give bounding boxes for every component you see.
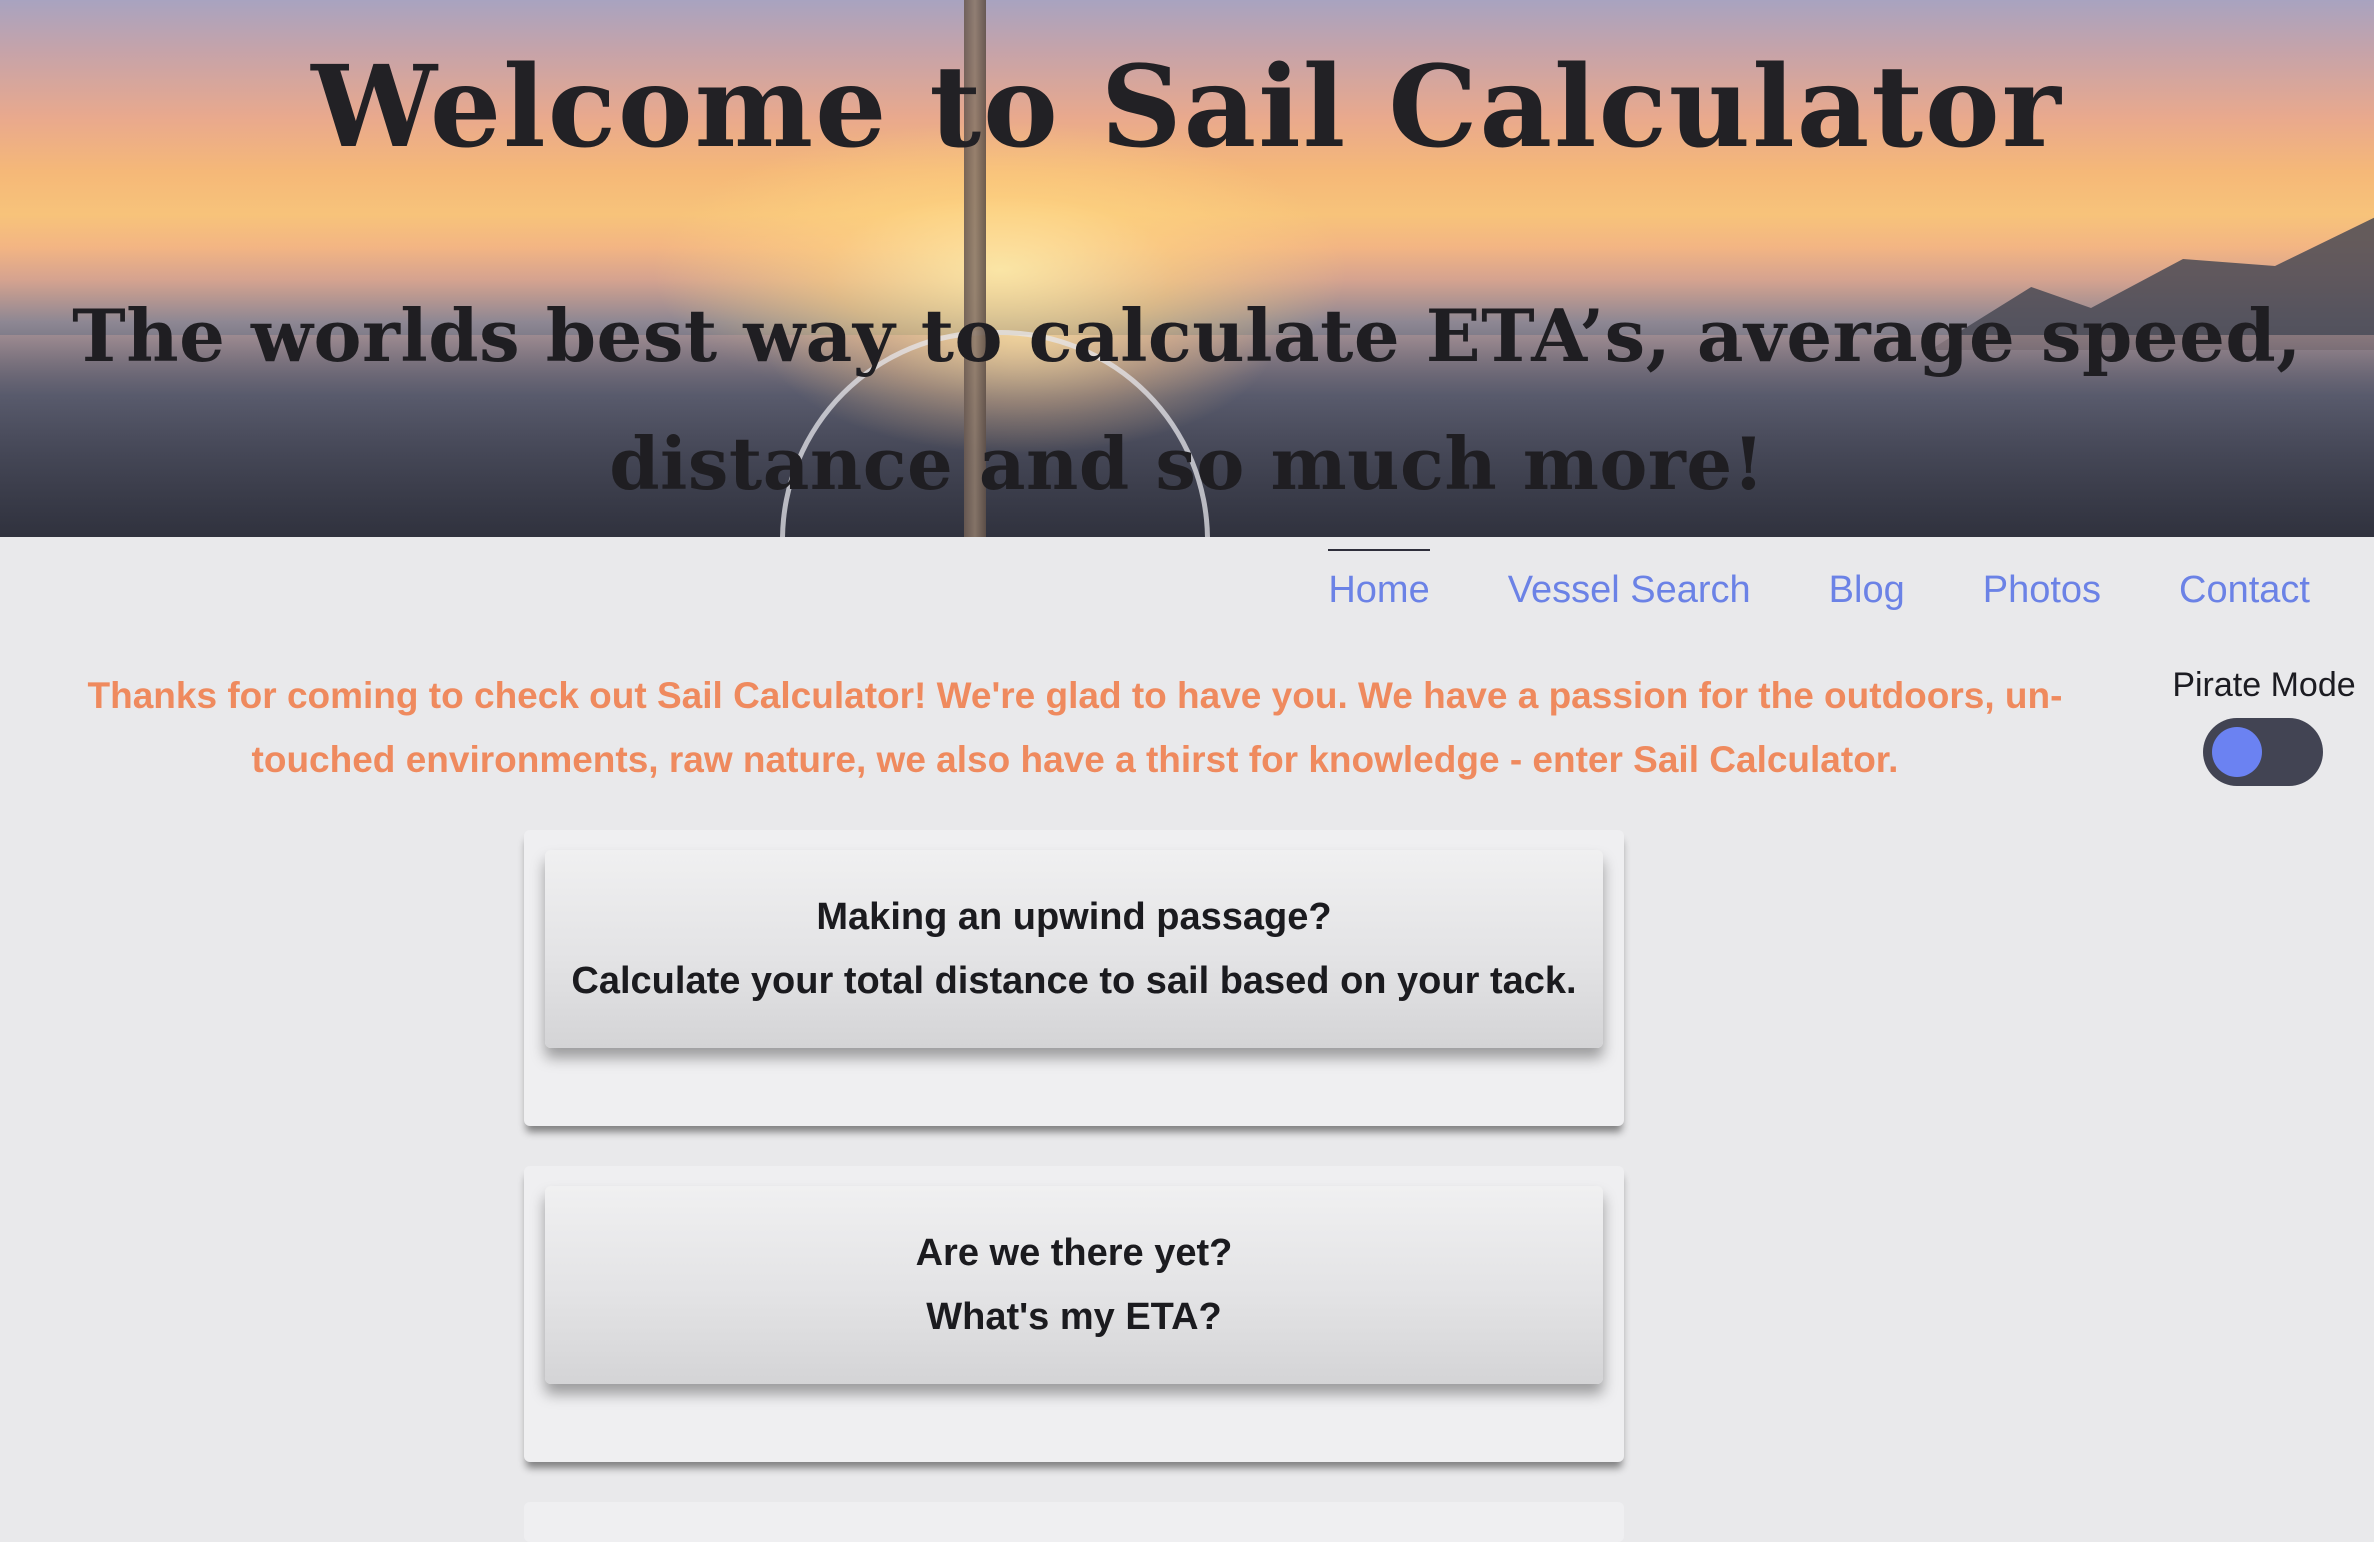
nav-home[interactable]: Home	[1328, 548, 1431, 612]
pirate-mode-toggle-knob	[2212, 727, 2262, 777]
page-title: Welcome to Sail Calculator	[311, 42, 2063, 173]
card-subheading: Calculate your total distance to sail ba…	[571, 960, 1577, 1002]
card-container-eta: Are we there yet? What's my ETA?	[524, 1166, 1624, 1462]
nav-contact[interactable]: Contact	[2179, 569, 2310, 612]
card-container-upwind: Making an upwind passage? Calculate your…	[524, 830, 1624, 1126]
card-container-partial	[524, 1502, 1624, 1542]
eta-card[interactable]: Are we there yet? What's my ETA?	[545, 1186, 1603, 1384]
card-heading: Are we there yet?	[915, 1232, 1233, 1274]
hero-subtitle-line-1: The worlds best way to calculate ETA’s, …	[72, 293, 2302, 378]
nav-blog[interactable]: Blog	[1829, 569, 1905, 612]
pirate-mode-toggle[interactable]	[2203, 718, 2323, 786]
intro-line-2: touched environments, raw nature, we als…	[251, 739, 1899, 780]
hero-subtitle: The worlds best way to calculate ETA’s, …	[40, 272, 2334, 528]
nav-vessel-search[interactable]: Vessel Search	[1508, 569, 1751, 612]
hero-banner: Welcome to Sail Calculator The worlds be…	[0, 0, 2374, 537]
main-nav: Home Vessel Search Blog Photos Contact	[1300, 548, 2350, 620]
upwind-passage-card[interactable]: Making an upwind passage? Calculate your…	[545, 850, 1603, 1048]
intro-text: Thanks for coming to check out Sail Calc…	[60, 664, 2090, 792]
pirate-mode-label: Pirate Mode	[2172, 666, 2356, 704]
intro-line-1: Thanks for coming to check out Sail Calc…	[87, 675, 2063, 716]
hero-subtitle-line-2: distance and so much more!	[609, 421, 1765, 506]
card-subheading: What's my ETA?	[926, 1296, 1222, 1338]
card-heading: Making an upwind passage?	[816, 896, 1332, 938]
nav-photos[interactable]: Photos	[1983, 569, 2101, 612]
